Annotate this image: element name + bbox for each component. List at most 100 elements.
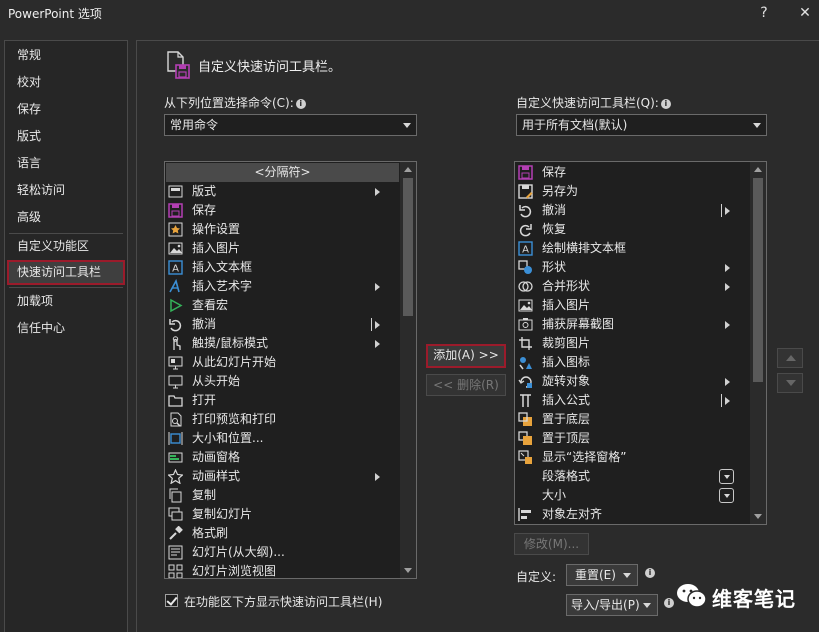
list-item[interactable]: 操作设置 bbox=[166, 220, 399, 239]
choose-commands-value: 常用命令 bbox=[170, 118, 219, 132]
nav-item-accessibility[interactable]: 轻松访问 bbox=[7, 178, 125, 203]
list-item-label: 旋转对象 bbox=[542, 374, 591, 388]
list-item-label: 插入图标 bbox=[542, 355, 591, 369]
nav-item-trust-center[interactable]: 信任中心 bbox=[7, 316, 125, 341]
scroll-thumb[interactable] bbox=[403, 178, 413, 316]
import-export-button[interactable]: 导入/导出(P) bbox=[566, 594, 658, 616]
nav-divider bbox=[9, 287, 123, 288]
list-item[interactable]: 打开 bbox=[166, 391, 399, 410]
shapes-icon bbox=[518, 260, 532, 274]
list-item[interactable]: 捕获屏幕截图 bbox=[516, 315, 749, 334]
list-item[interactable]: 插入图标 bbox=[516, 353, 749, 372]
scroll-down-icon[interactable] bbox=[750, 508, 766, 524]
list-item[interactable]: 插入图片 bbox=[166, 239, 399, 258]
list-item[interactable]: 幻灯片浏览视图 bbox=[166, 562, 399, 578]
list-item[interactable]: 置于底层 bbox=[516, 410, 749, 429]
add-button[interactable]: 添加(A) >> bbox=[426, 344, 506, 368]
nav-item-customize-ribbon[interactable]: 自定义功能区 bbox=[7, 234, 125, 259]
nav-item-general[interactable]: 常规 bbox=[7, 43, 125, 68]
list-item[interactable]: 撤消 bbox=[166, 315, 399, 334]
list-item[interactable]: 形状 bbox=[516, 258, 749, 277]
list-item-label: 打印预览和打印 bbox=[192, 412, 277, 426]
list-item[interactable]: 恢复 bbox=[516, 220, 749, 239]
toolbar-list-scrollbar[interactable] bbox=[750, 162, 766, 524]
picture-icon bbox=[518, 299, 533, 312]
window-title: PowerPoint 选项 bbox=[8, 7, 102, 21]
print-preview-icon bbox=[170, 412, 182, 427]
list-item[interactable]: 旋转对象 bbox=[516, 372, 749, 391]
split-divider bbox=[721, 204, 722, 217]
list-item[interactable]: 复制 bbox=[166, 486, 399, 505]
list-item[interactable]: A 绘制横排文本框 bbox=[516, 239, 749, 258]
list-item[interactable]: 插入艺术字 bbox=[166, 277, 399, 296]
list-item[interactable]: 版式 bbox=[166, 182, 399, 201]
list-item[interactable]: 打印预览和打印 bbox=[166, 410, 399, 429]
svg-text:A: A bbox=[522, 245, 529, 256]
remove-button[interactable]: << 删除(R) bbox=[426, 374, 506, 396]
list-item[interactable]: 显示“选择窗格” bbox=[516, 448, 749, 467]
list-item[interactable]: 保存 bbox=[166, 201, 399, 220]
list-item[interactable]: 插入公式 bbox=[516, 391, 749, 410]
present-current-icon bbox=[168, 356, 183, 370]
list-item[interactable]: 大小 bbox=[516, 486, 749, 505]
list-item[interactable]: 复制幻灯片 bbox=[166, 505, 399, 524]
bring-front-icon bbox=[518, 431, 532, 445]
nav-item-addins[interactable]: 加载项 bbox=[7, 289, 125, 314]
list-item[interactable]: 大小和位置... bbox=[166, 429, 399, 448]
chevron-down-icon bbox=[403, 123, 411, 128]
nav-item-advanced[interactable]: 高级 bbox=[7, 205, 125, 230]
list-item[interactable]: 插入图片 bbox=[516, 296, 749, 315]
list-item[interactable]: 格式刷 bbox=[166, 524, 399, 543]
customize-toolbar-combo[interactable]: 用于所有文档(默认) bbox=[516, 114, 767, 136]
list-item[interactable]: 合并形状 bbox=[516, 277, 749, 296]
list-item[interactable]: 对象左对齐 bbox=[516, 505, 749, 524]
reset-button[interactable]: 重置(E) bbox=[566, 564, 638, 586]
scroll-up-icon[interactable] bbox=[750, 162, 766, 178]
selection-pane-icon bbox=[518, 450, 532, 464]
list-item[interactable]: 从头开始 bbox=[166, 372, 399, 391]
list-item[interactable]: 裁剪图片 bbox=[516, 334, 749, 353]
list-item-separator[interactable]: <分隔符> bbox=[166, 163, 399, 182]
list-item[interactable]: 段落格式 bbox=[516, 467, 749, 486]
move-down-button[interactable] bbox=[777, 373, 803, 393]
commands-list-scrollbar[interactable] bbox=[400, 162, 416, 578]
list-item-label: <分隔符> bbox=[254, 165, 311, 179]
list-item-label: 格式刷 bbox=[192, 526, 229, 540]
list-item-label: 恢复 bbox=[542, 222, 567, 236]
help-button[interactable]: ? bbox=[752, 2, 776, 24]
list-item[interactable]: 查看宏 bbox=[166, 296, 399, 315]
list-item[interactable]: 另存为 bbox=[516, 182, 749, 201]
list-item[interactable]: 幻灯片(从大纲)... bbox=[166, 543, 399, 562]
list-item[interactable]: 保存 bbox=[516, 163, 749, 182]
list-item[interactable]: 动画样式 bbox=[166, 467, 399, 486]
list-item-label: 形状 bbox=[542, 260, 567, 274]
choose-commands-combo[interactable]: 常用命令 bbox=[164, 114, 417, 136]
commands-list[interactable]: 幻灯片浏览视图 幻灯片(从大纲)... 格式刷 复制幻灯片 复制 动画样式 动画窗格 大小和位… bbox=[164, 161, 417, 579]
list-item[interactable]: A 插入文本框 bbox=[166, 258, 399, 277]
scroll-up-icon[interactable] bbox=[400, 162, 416, 178]
nav-item-layout[interactable]: 版式 bbox=[7, 124, 125, 149]
list-item-label: 保存 bbox=[542, 165, 567, 179]
modify-button[interactable]: 修改(M)... bbox=[514, 533, 589, 555]
nav-item-save[interactable]: 保存 bbox=[7, 97, 125, 122]
list-item[interactable]: 触摸/鼠标模式 bbox=[166, 334, 399, 353]
chevron-right-icon bbox=[375, 188, 380, 196]
chevron-right-icon bbox=[375, 283, 380, 291]
scroll-down-icon[interactable] bbox=[400, 562, 416, 578]
list-item[interactable]: 从此幻灯片开始 bbox=[166, 353, 399, 372]
nav-item-proofing[interactable]: 校对 bbox=[7, 70, 125, 95]
align-left-icon bbox=[518, 508, 531, 521]
nav-item-quick-access-toolbar[interactable]: 快速访问工具栏 bbox=[7, 260, 125, 285]
close-button[interactable]: ✕ bbox=[793, 2, 817, 24]
list-item[interactable]: 撤消 bbox=[516, 201, 749, 220]
scroll-thumb[interactable] bbox=[753, 178, 763, 382]
list-item[interactable]: 置于顶层 bbox=[516, 429, 749, 448]
list-item-label: 撤消 bbox=[542, 203, 567, 217]
chevron-right-icon bbox=[725, 264, 730, 272]
show-below-ribbon-checkbox[interactable] bbox=[165, 594, 178, 607]
nav-item-language[interactable]: 语言 bbox=[7, 151, 125, 176]
list-item[interactable]: 动画窗格 bbox=[166, 448, 399, 467]
toolbar-list[interactable]: 对象左对齐 大小 段落格式 显示“选择窗格” 置于顶层 置于底层 插入公式 旋转对象 插入图标 裁… bbox=[514, 161, 767, 525]
customize-toolbar-label: 自定义快速访问工具栏(Q): i bbox=[516, 94, 671, 111]
move-up-button[interactable] bbox=[777, 348, 803, 368]
